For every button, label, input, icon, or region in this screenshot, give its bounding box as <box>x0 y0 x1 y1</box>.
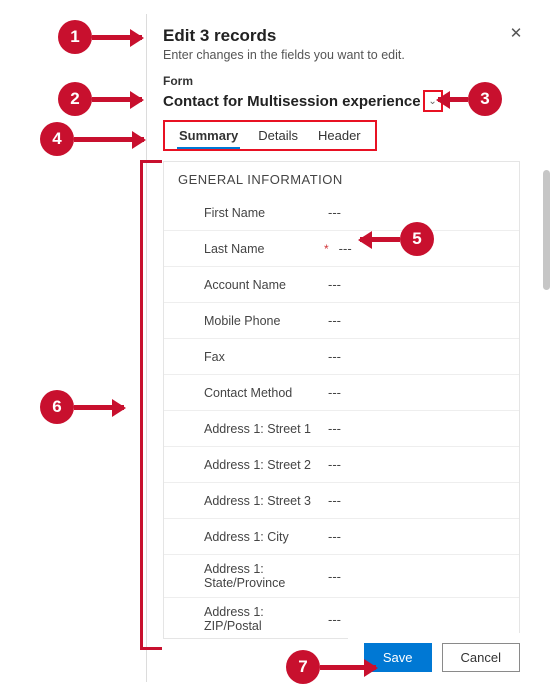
tab-summary[interactable]: Summary <box>169 124 248 149</box>
edit-panel: Edit 3 records Enter changes in the fiel… <box>146 14 536 682</box>
field-row[interactable]: Address 1: Street 3 --- <box>164 483 519 519</box>
panel-title: Edit 3 records <box>163 26 520 46</box>
field-value: --- <box>328 493 341 508</box>
tabs-container: Summary Details Header <box>163 120 377 151</box>
field-value: --- <box>339 241 352 256</box>
tab-details[interactable]: Details <box>248 124 308 149</box>
field-value: --- <box>328 421 341 436</box>
field-label: Mobile Phone <box>204 314 324 328</box>
callout-1: 1 <box>58 20 142 54</box>
fields-content: GENERAL INFORMATION First Name---Last Na… <box>163 161 520 639</box>
save-button[interactable]: Save <box>364 643 432 672</box>
field-label: Address 1: Street 2 <box>204 458 324 472</box>
form-dropdown[interactable]: ⌄ <box>423 90 443 112</box>
panel-header: Edit 3 records Enter changes in the fiel… <box>147 14 536 66</box>
field-label: Address 1: State/Province <box>204 562 324 590</box>
required-indicator: * <box>324 242 329 256</box>
field-value: --- <box>328 205 341 220</box>
field-label: Address 1: Street 1 <box>204 422 324 436</box>
section-title: GENERAL INFORMATION <box>164 162 519 195</box>
field-label: Address 1: Street 3 <box>204 494 324 508</box>
field-row[interactable]: Contact Method --- <box>164 375 519 411</box>
callout-4: 4 <box>40 122 144 156</box>
field-value: --- <box>328 277 341 292</box>
field-row[interactable]: Address 1: Street 1 --- <box>164 411 519 447</box>
field-value: --- <box>328 313 341 328</box>
field-row[interactable]: Mobile Phone --- <box>164 303 519 339</box>
form-name: Contact for Multisession experience <box>163 93 421 110</box>
field-label: Last Name <box>204 242 324 256</box>
field-value: --- <box>328 385 341 400</box>
field-label: Address 1: City <box>204 530 324 544</box>
field-row[interactable]: Account Name --- <box>164 267 519 303</box>
field-value: --- <box>328 457 341 472</box>
fields-list: First Name --- Last Name* --- Account Name --… <box>164 195 519 639</box>
field-label: Contact Method <box>204 386 324 400</box>
field-label: Address 1: ZIP/Postal <box>204 605 324 633</box>
form-name-row: Contact for Multisession experience ⌄ <box>163 90 520 112</box>
scrollbar[interactable] <box>543 170 550 290</box>
form-label: Form <box>163 74 520 88</box>
field-row[interactable]: Address 1: Street 2 --- <box>164 447 519 483</box>
panel-subtitle: Enter changes in the fields you want to … <box>163 48 520 62</box>
callout-6-bracket <box>140 160 162 650</box>
field-row[interactable]: Address 1: State/Province --- <box>164 555 519 598</box>
tab-header[interactable]: Header <box>308 124 371 149</box>
field-value: --- <box>328 569 341 584</box>
cancel-button[interactable]: Cancel <box>442 643 520 672</box>
field-row[interactable]: Last Name* --- <box>164 231 519 267</box>
callout-2: 2 <box>58 82 142 116</box>
callout-6: 6 <box>40 390 124 424</box>
field-value: --- <box>328 612 341 627</box>
form-selector-section: Form Contact for Multisession experience… <box>147 66 536 112</box>
close-icon[interactable]: ✕ <box>506 24 526 44</box>
field-value: --- <box>328 349 341 364</box>
field-row[interactable]: Fax --- <box>164 339 519 375</box>
field-value: --- <box>328 529 341 544</box>
field-label: Account Name <box>204 278 324 292</box>
chevron-down-icon: ⌄ <box>428 96 436 107</box>
field-label: Fax <box>204 350 324 364</box>
field-row[interactable]: Address 1: City --- <box>164 519 519 555</box>
field-row[interactable]: First Name --- <box>164 195 519 231</box>
field-label: First Name <box>204 206 324 220</box>
footer-actions: Save Cancel <box>348 633 536 682</box>
